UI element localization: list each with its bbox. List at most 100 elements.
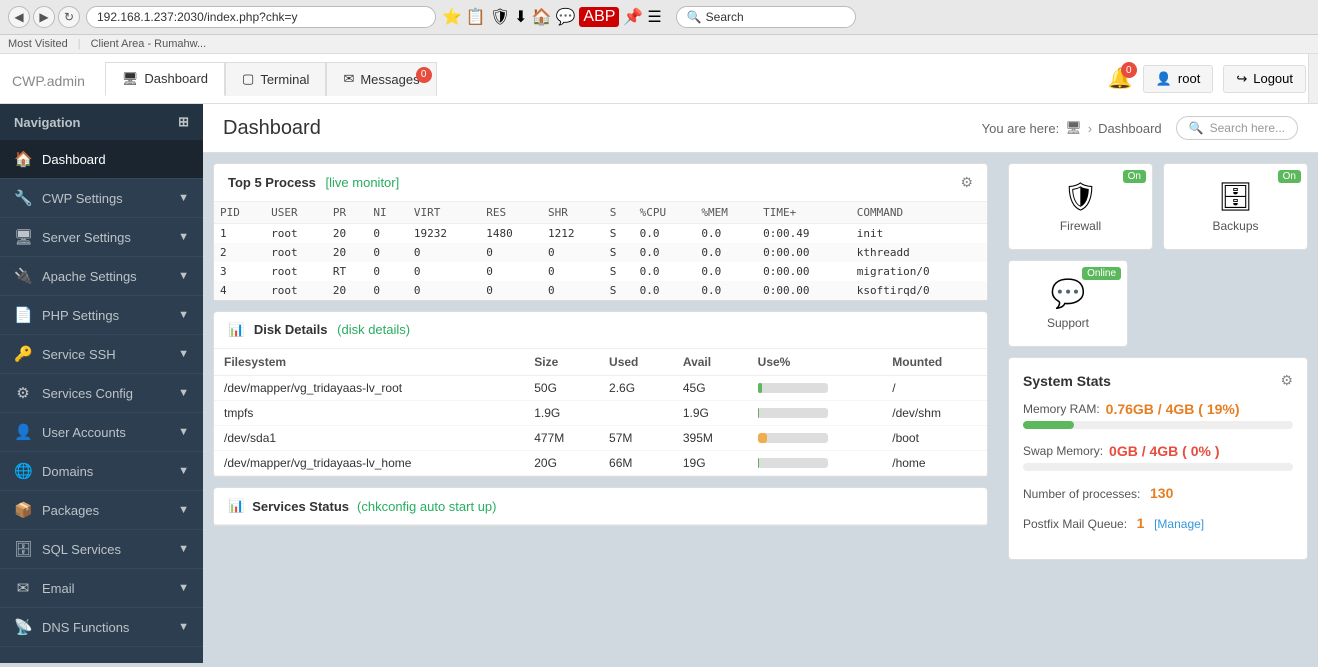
table-row: 4root200000S0.00.00:00.00ksoftirqd/0 <box>214 281 987 300</box>
logout-button[interactable]: ↪ Logout <box>1223 65 1306 93</box>
memory-progress-bg <box>1023 421 1293 429</box>
sidebar: Navigation ⊞ 🏠 Dashboard 🔧 CWP Settings … <box>0 104 203 663</box>
col-mounted: Mounted <box>882 349 987 376</box>
sidebar-toggle-icon[interactable]: ⊞ <box>178 114 189 130</box>
chkconfig-link[interactable]: (chkconfig auto start up) <box>357 499 496 514</box>
sidebar-services-label: Services Config <box>42 386 133 401</box>
system-stats-settings-button[interactable]: ⚙ <box>1280 372 1293 389</box>
processes-value: 130 <box>1150 485 1173 501</box>
top5-title: Top 5 Process <box>228 175 316 190</box>
sidebar-item-domains[interactable]: 🌐 Domains ▼ <box>0 452 203 491</box>
browser-search-bar[interactable]: 🔍 Search <box>676 6 856 28</box>
scrollbar-track[interactable] <box>1308 54 1318 103</box>
mail-queue-label: Postfix Mail Queue: <box>1023 517 1127 531</box>
search-icon-2: 🔍 <box>1189 121 1204 135</box>
sidebar-dns-label: DNS Functions <box>42 620 129 635</box>
firewall-status-badge: On <box>1123 170 1146 183</box>
memory-progress-fill <box>1023 421 1074 429</box>
chevron-down-icon-3: ▼ <box>178 270 189 282</box>
bookmark-most-visited[interactable]: Most Visited <box>8 38 68 50</box>
sidebar-item-user-accounts[interactable]: 👤 User Accounts ▼ <box>0 413 203 452</box>
top-nav: CWP.admin 🖥 Dashboard ▢ Terminal ✉ Messa… <box>0 54 1318 104</box>
sidebar-nav-label: Navigation <box>14 115 80 130</box>
sidebar-item-packages[interactable]: 📦 Packages ▼ <box>0 491 203 530</box>
disk-chart-icon: 📊 <box>228 322 244 337</box>
chevron-down-icon-10: ▼ <box>178 543 189 555</box>
browser-chrome: ◀ ▶ ↻ 192.168.1.237:2030/index.php?chk=y… <box>0 0 1318 35</box>
back-button[interactable]: ◀ <box>8 6 30 28</box>
chevron-down-icon-12: ▼ <box>178 621 189 633</box>
sidebar-item-dns-functions[interactable]: 📡 DNS Functions ▼ <box>0 608 203 647</box>
browser-nav-buttons[interactable]: ◀ ▶ ↻ <box>8 6 80 28</box>
sidebar-item-services-config[interactable]: ⚙ Services Config ▼ <box>0 374 203 413</box>
sidebar-item-sql-services[interactable]: 🗄 SQL Services ▼ <box>0 530 203 569</box>
notification-bell[interactable]: 🔔 0 <box>1108 66 1133 91</box>
page-title: Dashboard <box>223 117 321 140</box>
col-filesystem: Filesystem <box>214 349 524 376</box>
services-title: Services Status <box>252 499 349 514</box>
sidebar-item-server-settings[interactable]: 🖥 Server Settings ▼ <box>0 218 203 257</box>
col-time: TIME+ <box>757 202 851 224</box>
sidebar-item-dashboard[interactable]: 🏠 Dashboard <box>0 140 203 179</box>
col-virt: VIRT <box>408 202 480 224</box>
backups-card[interactable]: On 🗄 Backups <box>1163 163 1308 250</box>
breadcrumb-current: Dashboard <box>1098 121 1162 136</box>
sidebar-item-email[interactable]: ✉ Email ▼ <box>0 569 203 608</box>
table-row: /dev/mapper/vg_tridayaas-lv_home20G66M19… <box>214 451 987 476</box>
sidebar-item-php-settings[interactable]: 📄 PHP Settings ▼ <box>0 296 203 335</box>
firewall-label: Firewall <box>1029 219 1132 233</box>
support-label: Support <box>1029 316 1107 330</box>
table-row: 3rootRT0000S0.00.00:00.00migration/0 <box>214 262 987 281</box>
sidebar-cwp-label: CWP Settings <box>42 191 123 206</box>
table-row: 2root200000S0.00.00:00.00kthreadd <box>214 243 987 262</box>
support-card[interactable]: Online 💬 Support <box>1008 260 1128 347</box>
table-row: /dev/sda1477M57M395M /boot <box>214 426 987 451</box>
chevron-down-icon: ▼ <box>178 192 189 204</box>
disk-details-link[interactable]: (disk details) <box>337 322 410 337</box>
swap-progress-bg <box>1023 463 1293 471</box>
firewall-card[interactable]: On 🛡 Firewall <box>1008 163 1153 250</box>
memory-value: 0.76GB / 4GB ( 19%) <box>1106 401 1240 417</box>
forward-button[interactable]: ▶ <box>33 6 55 28</box>
tab-terminal[interactable]: ▢ Terminal <box>225 62 326 96</box>
nav-tabs: 🖥 Dashboard ▢ Terminal ✉ Messages 0 <box>105 62 437 96</box>
packages-icon: 📦 <box>14 501 32 519</box>
dns-icon: 📡 <box>14 618 32 636</box>
sidebar-item-cwp-settings[interactable]: 🔧 CWP Settings ▼ <box>0 179 203 218</box>
sidebar-users-label: User Accounts <box>42 425 126 440</box>
swap-value: 0GB / 4GB ( 0% ) <box>1109 443 1219 459</box>
top5-settings-button[interactable]: ⚙ <box>960 174 973 191</box>
col-user: USER <box>265 202 327 224</box>
user-button[interactable]: 👤 root <box>1143 65 1214 93</box>
right-panel: On 🛡 Firewall On 🗄 Backups Online <box>998 153 1318 570</box>
manage-link[interactable]: [Manage] <box>1154 517 1204 531</box>
col-pid: PID <box>214 202 265 224</box>
table-row: 1root2001923214801212S0.00.00:00.49init <box>214 224 987 244</box>
sidebar-domains-label: Domains <box>42 464 93 479</box>
chevron-down-icon-11: ▼ <box>178 582 189 594</box>
sidebar-item-service-ssh[interactable]: 🔑 Service SSH ▼ <box>0 335 203 374</box>
col-used: Used <box>599 349 673 376</box>
col-avail: Avail <box>673 349 748 376</box>
services-config-icon: ⚙ <box>14 384 32 402</box>
tab-dashboard[interactable]: 🖥 Dashboard <box>105 62 225 96</box>
reload-button[interactable]: ↻ <box>58 6 80 28</box>
chevron-down-icon-2: ▼ <box>178 231 189 243</box>
col-command: COMMAND <box>851 202 987 224</box>
dashboard-search-box[interactable]: 🔍 Search here... <box>1176 116 1298 140</box>
bookmark-client-area[interactable]: Client Area - Rumahw... <box>91 38 207 50</box>
live-monitor-link[interactable]: [live monitor] <box>326 175 400 190</box>
tab-messages[interactable]: ✉ Messages 0 <box>326 62 436 96</box>
app-logo: CWP.admin <box>12 66 85 92</box>
sidebar-packages-label: Packages <box>42 503 99 518</box>
status-grid: On 🛡 Firewall On 🗄 Backups <box>1008 163 1308 250</box>
col-res: RES <box>480 202 542 224</box>
firewall-icon: 🛡 <box>1029 180 1132 213</box>
php-icon: 📄 <box>14 306 32 324</box>
disk-table: Filesystem Size Used Avail Use% Mounted … <box>214 349 987 476</box>
process-table: PID USER PR NI VIRT RES SHR S %CPU <box>214 202 987 300</box>
logout-label: Logout <box>1253 71 1293 86</box>
sidebar-email-label: Email <box>42 581 75 596</box>
sidebar-item-apache-settings[interactable]: 🔌 Apache Settings ▼ <box>0 257 203 296</box>
url-bar[interactable]: 192.168.1.237:2030/index.php?chk=y <box>86 6 436 28</box>
